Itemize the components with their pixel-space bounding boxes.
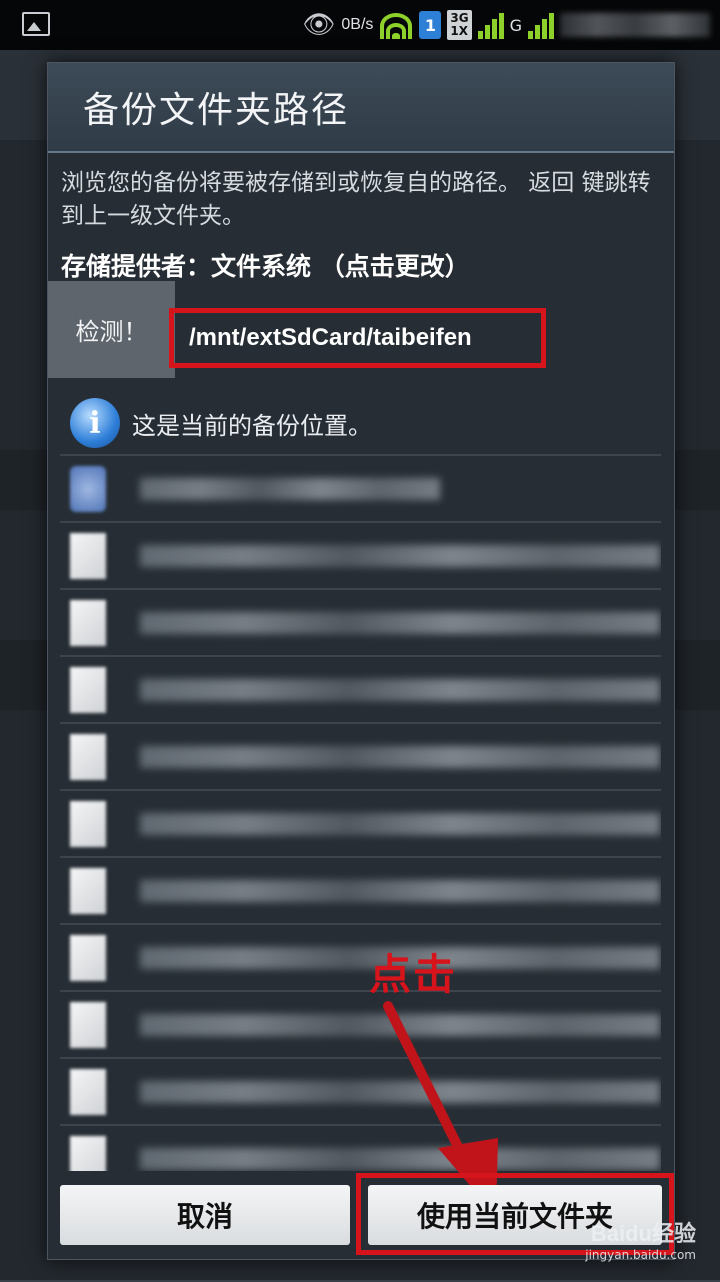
list-item[interactable] <box>60 923 661 990</box>
watermark-logo: Baidu经验 <box>590 1221 696 1246</box>
list-item[interactable] <box>60 990 661 1057</box>
gallery-notification-icon <box>22 12 50 36</box>
current-location-row: i 这是当前的备份位置。 <box>70 395 372 451</box>
signal-icon <box>477 11 504 39</box>
wifi-icon <box>379 11 413 39</box>
list-item[interactable] <box>60 1057 661 1124</box>
status-bar: 👁 0B/s 1 3G 1X G <box>0 0 720 50</box>
list-item[interactable] <box>60 655 661 722</box>
blurred-file-name <box>140 678 660 701</box>
file-icon <box>70 599 106 646</box>
blurred-time <box>560 13 710 37</box>
sim-badge: 1 <box>419 11 442 39</box>
list-item[interactable] <box>60 521 661 588</box>
backup-folder-dialog: 备份文件夹路径 浏览您的备份将要被存储到或恢复自的路径。 返回 键跳转到上一级文… <box>47 62 675 1260</box>
file-icon <box>70 800 106 847</box>
file-icon <box>70 1001 106 1048</box>
dialog-buttons: 取消 使用当前文件夹 <box>48 1169 674 1259</box>
blurred-file-name <box>140 812 660 835</box>
list-item[interactable] <box>60 1124 661 1171</box>
signal-label: G <box>509 15 522 35</box>
eye-icon: 👁 <box>302 10 336 40</box>
file-icon <box>70 867 106 914</box>
blurred-file-name <box>140 477 440 500</box>
file-icon <box>70 1135 106 1171</box>
file-icon <box>70 532 106 579</box>
watermark: Baidu经验 jingyan.baidu.com <box>585 1216 696 1262</box>
list-item[interactable] <box>60 722 661 789</box>
current-path-field[interactable]: /mnt/extSdCard/taibeifen <box>169 308 546 368</box>
blurred-file-name <box>140 879 660 902</box>
file-icon <box>70 1068 106 1115</box>
file-icon <box>70 666 106 713</box>
cancel-button[interactable]: 取消 <box>60 1185 350 1245</box>
list-item[interactable] <box>60 588 661 655</box>
watermark-url: jingyan.baidu.com <box>585 1248 696 1262</box>
file-icon <box>70 934 106 981</box>
detect-button[interactable]: 检测！ <box>48 281 175 378</box>
blurred-file-name <box>140 745 660 768</box>
storage-provider-link[interactable]: 存储提供者：文件系统 （点击更改） <box>61 247 470 283</box>
network-speed: 0B/s <box>341 16 374 33</box>
click-annotation: 点击 <box>369 950 458 999</box>
blurred-file-name <box>140 544 660 567</box>
list-item[interactable] <box>60 856 661 923</box>
dialog-title: 备份文件夹路径 <box>48 63 674 153</box>
file-icon <box>70 733 106 780</box>
current-location-text: 这是当前的备份位置。 <box>132 411 372 440</box>
network-type-badge: 3G 1X <box>447 10 472 40</box>
folder-icon <box>70 465 106 512</box>
list-item[interactable] <box>60 789 661 856</box>
info-icon: i <box>70 398 120 448</box>
signal-icon-2 <box>528 11 554 39</box>
dialog-description: 浏览您的备份将要被存储到或恢复自的路径。 返回 键跳转到上一级文件夹。 <box>61 170 651 229</box>
list-item[interactable] <box>60 454 661 521</box>
folder-list[interactable] <box>60 454 661 1171</box>
blurred-file-name <box>140 611 660 634</box>
